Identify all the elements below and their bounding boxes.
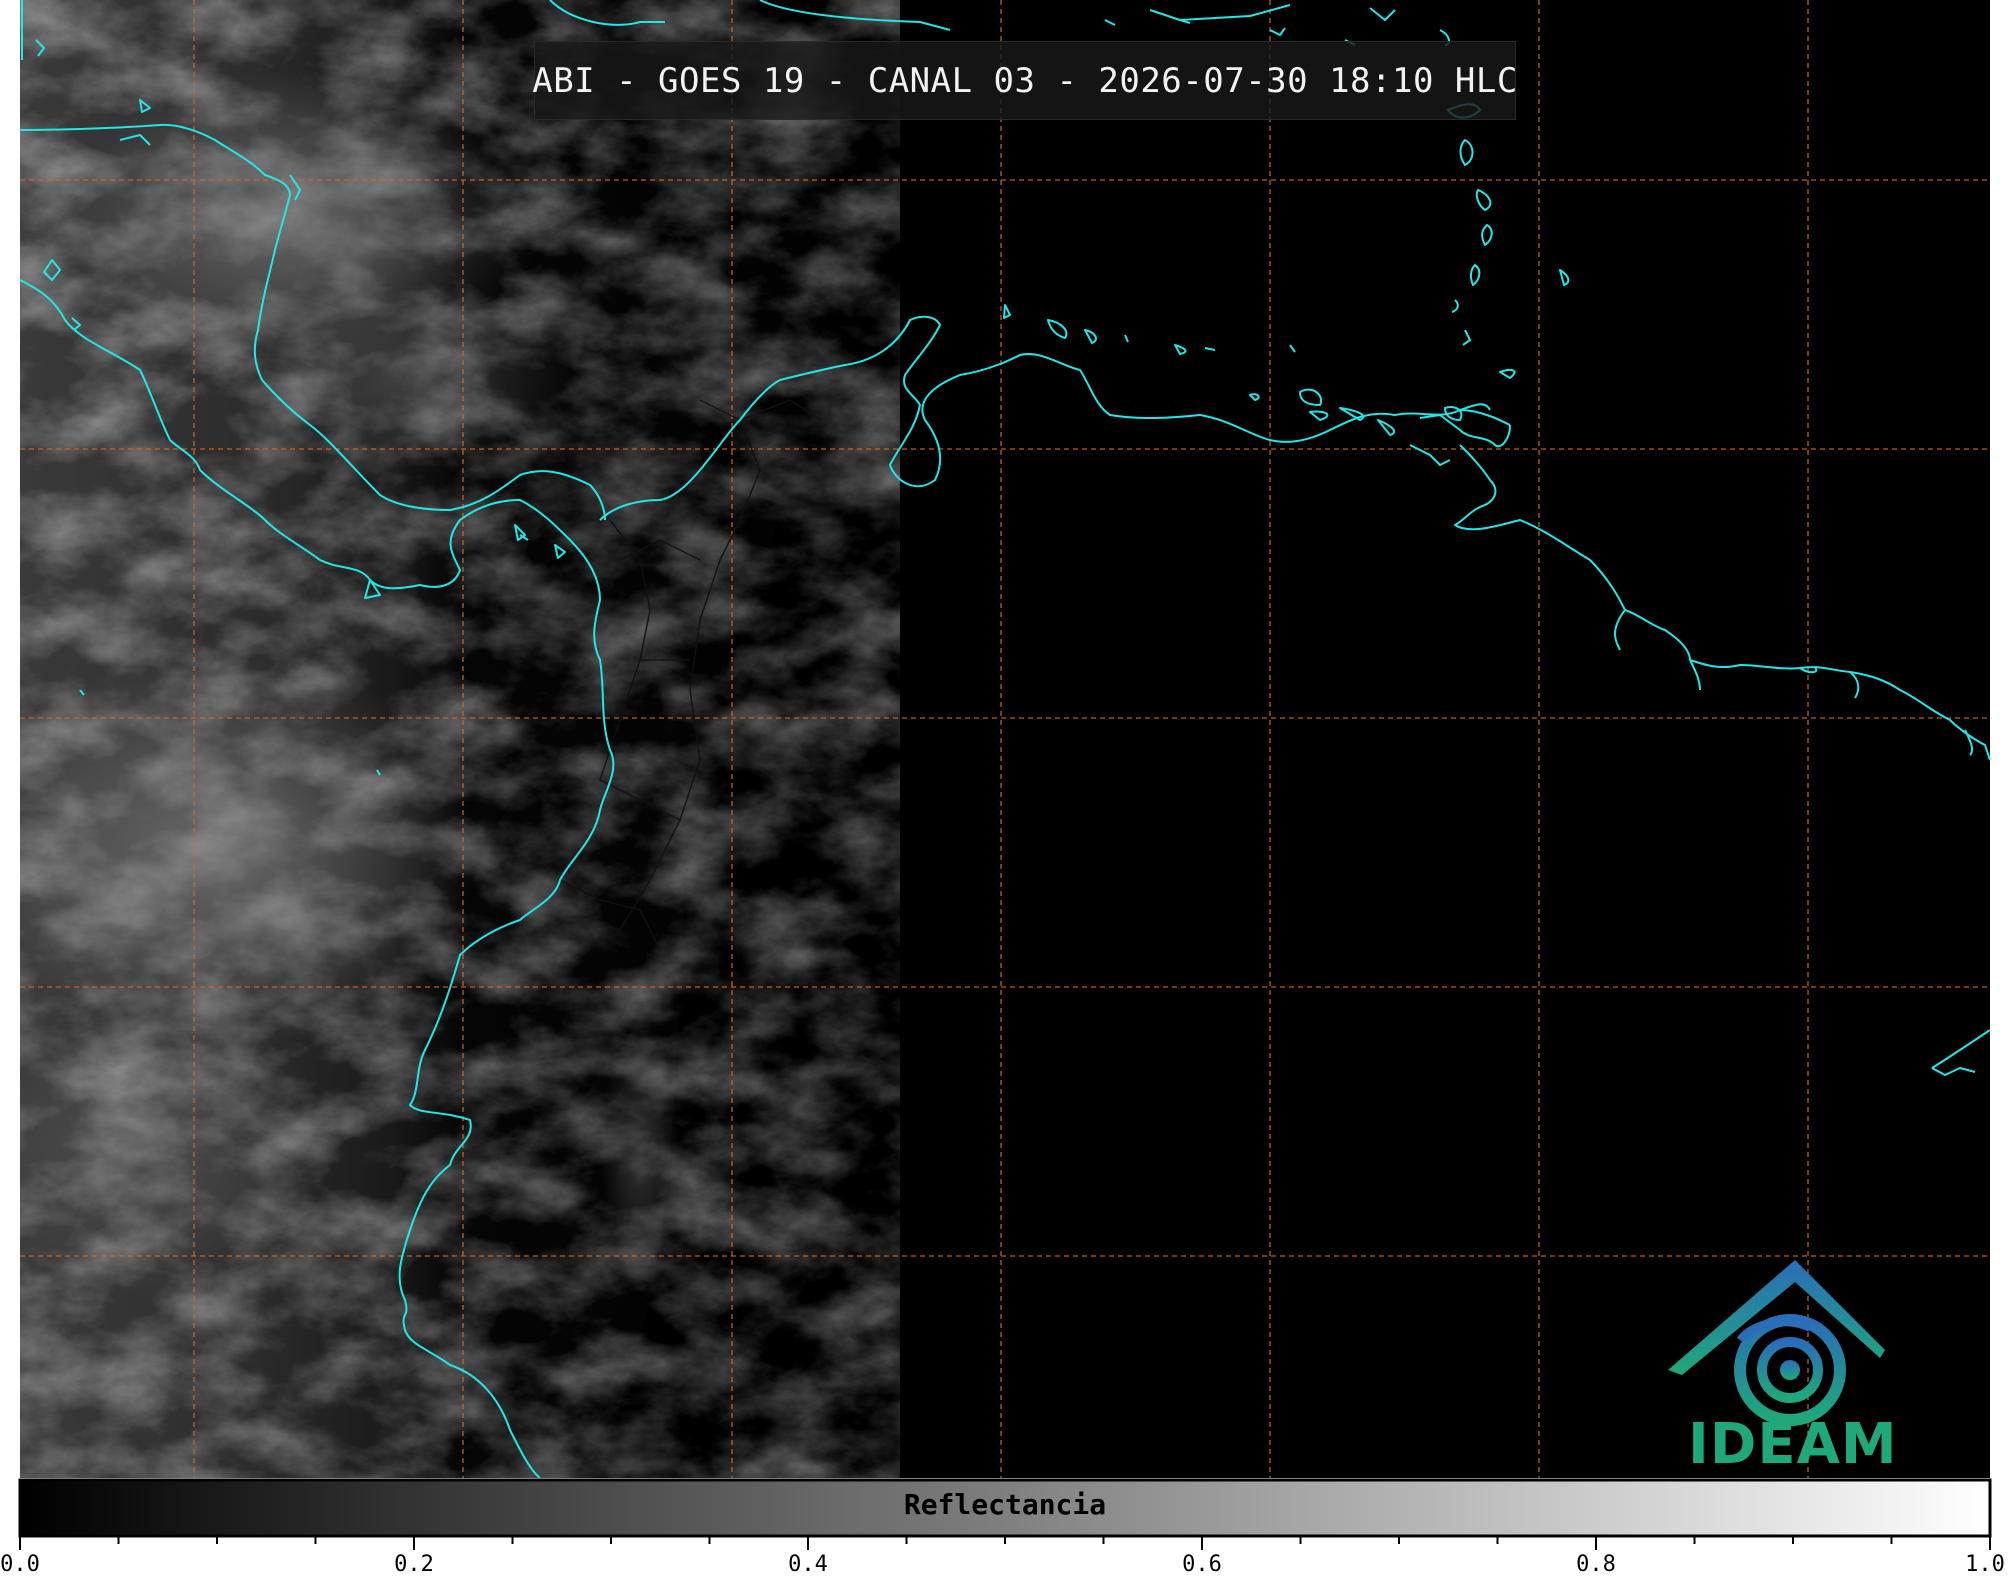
colorbar-tick-label: 0.8 — [1576, 1552, 1616, 1577]
colorbar-tick-label: 1.0 — [1965, 1552, 2005, 1577]
colorbar-tick-label: 0.2 — [394, 1552, 434, 1577]
colorbar-tick-label: 0.6 — [1182, 1552, 1222, 1577]
title-panel: ABI - GOES 19 - CANAL 03 - 2026-07-30 18… — [532, 41, 1518, 120]
map-title: ABI - GOES 19 - CANAL 03 - 2026-07-30 18… — [532, 60, 1518, 101]
colorbar-tick-label: 0.4 — [788, 1552, 828, 1577]
colorbar-tick-label: 0.0 — [0, 1552, 40, 1577]
ideam-logo-text: IDEAM — [1688, 1412, 1898, 1477]
satellite-map — [18, 0, 1992, 1550]
colorbar-label: Reflectancia — [903, 1488, 1107, 1521]
